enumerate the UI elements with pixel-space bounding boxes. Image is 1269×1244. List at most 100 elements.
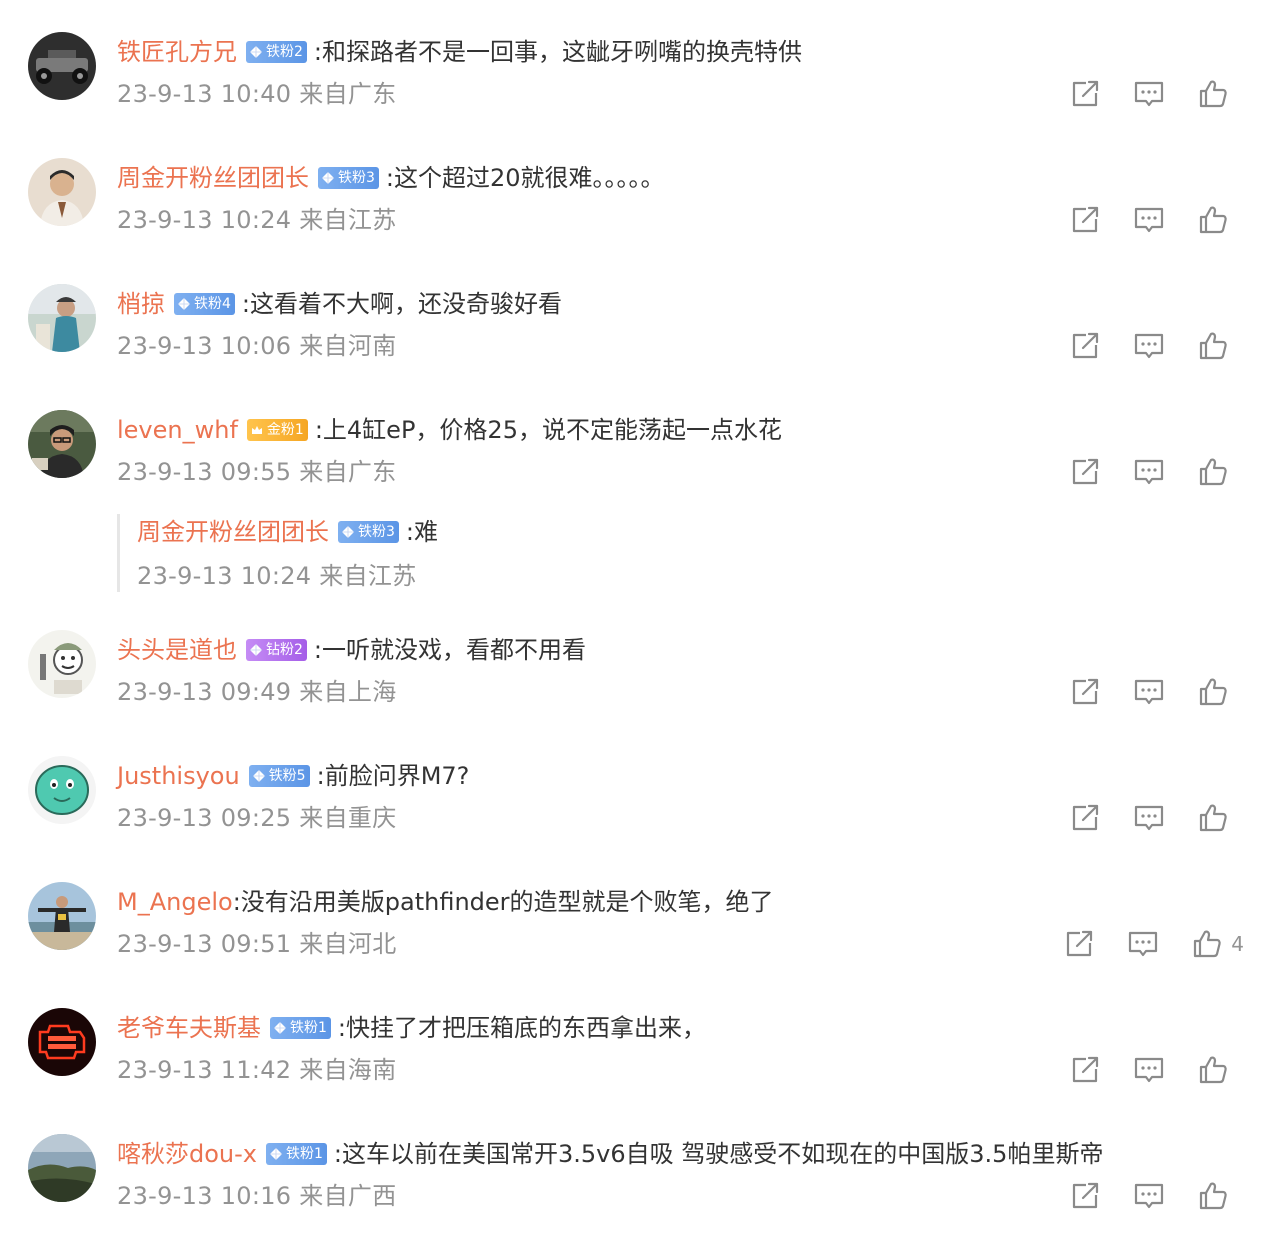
fan-badge[interactable]: 铁粉3 (338, 521, 399, 543)
share-button[interactable] (1069, 456, 1101, 488)
comment-icon (1133, 78, 1165, 110)
comment-text: :和探路者不是一回事，这龇牙咧嘴的换壳特供 (313, 38, 803, 66)
reply-button[interactable] (1133, 1054, 1165, 1086)
username-link[interactable]: 喀秋莎dou-x (117, 1134, 257, 1174)
fan-badge[interactable]: 铁粉3 (318, 167, 379, 189)
share-icon (1069, 204, 1101, 236)
comment-icon (1133, 1054, 1165, 1086)
username-link[interactable]: 老爷车夫斯基 (117, 1008, 261, 1048)
fan-badge[interactable]: 铁粉1 (266, 1143, 327, 1165)
comment-icon (1133, 456, 1165, 488)
meme-sketch-avatar[interactable] (28, 630, 96, 698)
username-link[interactable]: 铁匠孔方兄 (117, 32, 237, 72)
badge-label: 铁粉3 (338, 170, 375, 186)
share-icon (1063, 928, 1095, 960)
share-icon (1069, 330, 1101, 362)
like-button[interactable] (1197, 1054, 1229, 1086)
like-button[interactable] (1197, 1180, 1229, 1212)
reply-button[interactable] (1133, 78, 1165, 110)
comment-actions (1037, 1180, 1229, 1212)
like-button[interactable] (1197, 802, 1229, 834)
badge-label: 铁粉2 (266, 44, 303, 60)
like-icon (1197, 1054, 1229, 1086)
share-button[interactable] (1069, 1054, 1101, 1086)
landscape-avatar[interactable] (28, 1134, 96, 1202)
badge-label: 铁粉1 (286, 1146, 323, 1162)
username-link[interactable]: 梢掠 (117, 284, 165, 324)
comment-icon (1133, 204, 1165, 236)
comment-meta: 23-9-13 09:51 来自河北 (117, 930, 397, 958)
fan-badge[interactable]: 铁粉4 (174, 293, 235, 315)
comment-meta: 23-9-13 11:42 来自海南 (117, 1056, 397, 1084)
gem-icon (252, 769, 266, 783)
comment-meta: 23-9-13 09:55 来自广东 (117, 458, 397, 486)
reply-button[interactable] (1133, 1180, 1165, 1212)
share-button[interactable] (1069, 330, 1101, 362)
comment-meta: 23-9-13 09:25 来自重庆 (117, 804, 397, 832)
comment-actions (1037, 1054, 1229, 1086)
fan-badge[interactable]: 铁粉2 (246, 41, 307, 63)
username-link[interactable]: 周金开粉丝团团长 (137, 512, 329, 552)
man-portrait-avatar[interactable] (28, 158, 96, 226)
beach-person-avatar[interactable] (28, 882, 96, 950)
car-chassis-avatar[interactable] (28, 32, 96, 100)
reply-button[interactable] (1133, 330, 1165, 362)
share-icon (1069, 802, 1101, 834)
man-glasses-avatar[interactable] (28, 410, 96, 478)
fan-badge[interactable]: 铁粉1 (270, 1017, 331, 1039)
like-button[interactable] (1197, 330, 1229, 362)
badge-label: 铁粉3 (358, 524, 395, 540)
like-button[interactable]: 4 (1191, 928, 1244, 960)
like-icon (1197, 456, 1229, 488)
like-button[interactable] (1197, 676, 1229, 708)
share-button[interactable] (1069, 204, 1101, 236)
share-icon (1069, 456, 1101, 488)
diamond-icon (249, 643, 263, 657)
gem-icon (249, 45, 263, 59)
username-link[interactable]: 头头是道也 (117, 630, 237, 670)
fan-badge[interactable]: 铁粉5 (248, 765, 310, 787)
reply-meta: 23-9-13 10:24 来自江苏 (137, 562, 417, 590)
reply-button[interactable] (1127, 928, 1159, 960)
like-button[interactable] (1197, 78, 1229, 110)
username-link[interactable]: 周金开粉丝团团长 (117, 158, 309, 198)
like-icon (1197, 78, 1229, 110)
comment-actions (1037, 78, 1229, 110)
comment-actions (1037, 676, 1229, 708)
share-button[interactable] (1069, 78, 1101, 110)
reply-button[interactable] (1133, 456, 1165, 488)
reply-button[interactable] (1133, 802, 1165, 834)
crown-icon (250, 423, 264, 437)
like-button[interactable] (1197, 456, 1229, 488)
gem-icon (177, 297, 191, 311)
fan-badge[interactable]: 钻粉2 (246, 639, 307, 661)
reply-button[interactable] (1133, 204, 1165, 236)
gem-icon (341, 525, 355, 539)
username-link[interactable]: Justhisyou (117, 756, 240, 796)
check-engine-avatar[interactable] (28, 1008, 96, 1076)
share-button[interactable] (1063, 928, 1095, 960)
badge-label: 铁粉1 (290, 1020, 327, 1036)
green-cartoon-avatar[interactable] (28, 756, 96, 824)
person-outdoor-avatar[interactable] (28, 284, 96, 352)
like-button[interactable] (1197, 204, 1229, 236)
reply-button[interactable] (1133, 676, 1165, 708)
comment-actions (1037, 802, 1229, 834)
comment-actions (1037, 456, 1229, 488)
share-icon (1069, 78, 1101, 110)
share-button[interactable] (1069, 676, 1101, 708)
comment-meta: 23-9-13 10:24 来自江苏 (117, 206, 397, 234)
share-button[interactable] (1069, 802, 1101, 834)
fan-badge[interactable]: 金粉1 (246, 419, 308, 441)
username-link[interactable]: leven_whf (117, 410, 238, 450)
comment-text: :这看着不大啊，还没奇骏好看 (241, 290, 563, 318)
like-icon (1197, 802, 1229, 834)
share-button[interactable] (1069, 1180, 1101, 1212)
comment-text: :这个超过20就很难。。。。。 (385, 164, 665, 192)
comment-icon (1127, 928, 1159, 960)
username-link[interactable]: M_Angelo (117, 882, 233, 922)
like-count: 4 (1231, 932, 1244, 956)
gem-icon (321, 171, 335, 185)
comment-icon (1133, 1180, 1165, 1212)
comment-icon (1133, 330, 1165, 362)
